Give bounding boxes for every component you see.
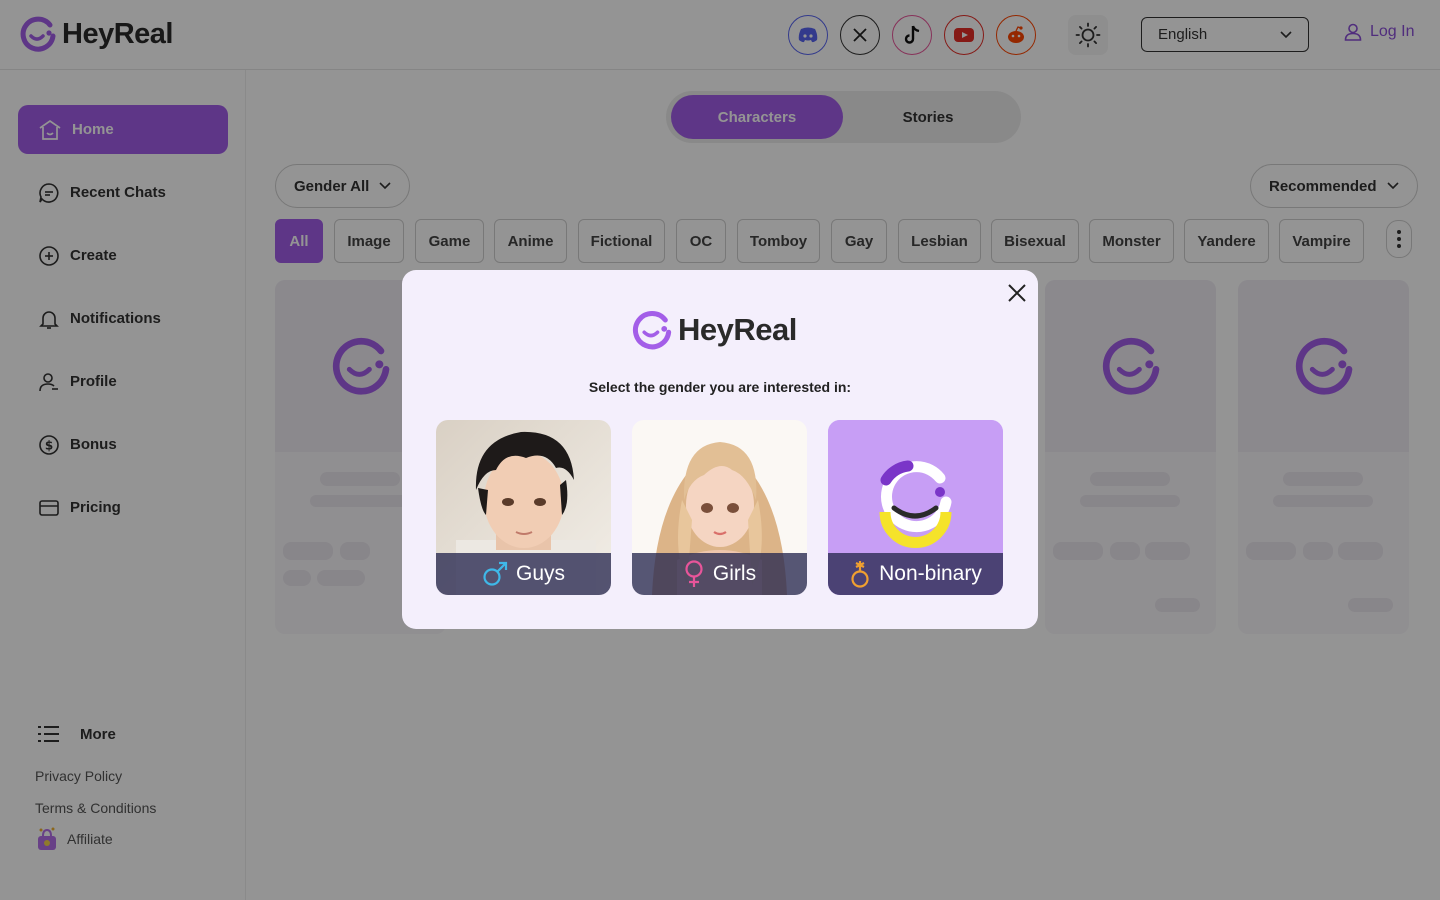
close-modal-button[interactable] — [1004, 280, 1030, 306]
modal-brand-name: HeyReal — [678, 312, 797, 347]
nonbinary-symbol-icon — [851, 561, 869, 588]
gender-select-modal: HeyReal Select the gender you are intere… — [402, 270, 1038, 629]
guys-label: Guys — [515, 562, 565, 585]
male-symbol-icon — [483, 561, 508, 586]
close-icon — [1008, 284, 1026, 302]
heyreal-smile-logo-icon — [632, 311, 672, 350]
modal-prompt: Select the gender you are interested in: — [588, 379, 852, 395]
gender-option-girls[interactable]: Girls — [632, 420, 807, 595]
gender-option-label: Non-binary — [828, 553, 1003, 595]
gender-option-label: Girls — [632, 553, 807, 595]
gender-option-label: Guys — [436, 553, 611, 595]
female-symbol-icon — [685, 560, 703, 587]
non-binary-label: Non-binary — [879, 562, 982, 585]
gender-option-non-binary[interactable]: Non-binary — [828, 420, 1003, 595]
gender-option-guys[interactable]: Guys — [436, 420, 611, 595]
girls-label: Girls — [712, 562, 757, 585]
modal-logo: HeyReal — [632, 310, 797, 350]
